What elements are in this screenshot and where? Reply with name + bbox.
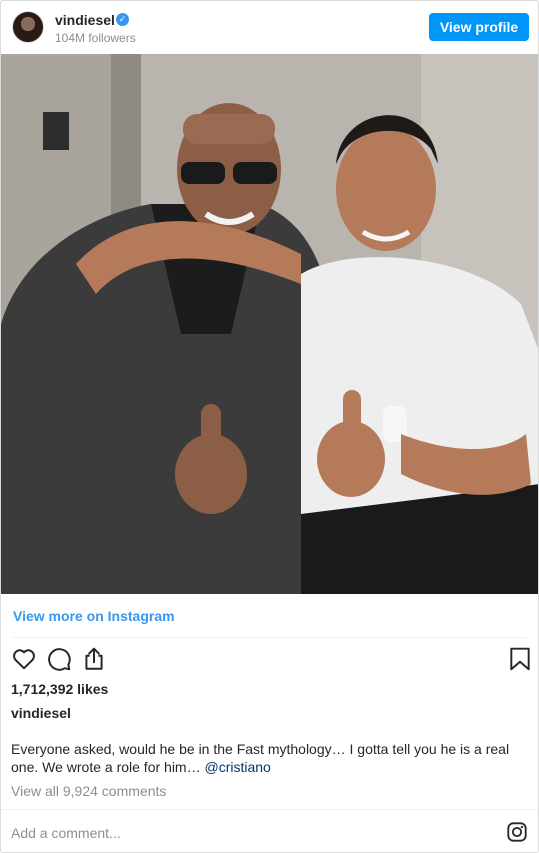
verified-badge-icon: ✓ xyxy=(116,13,129,26)
bookmark-icon[interactable] xyxy=(507,646,533,672)
share-icon[interactable] xyxy=(81,646,107,672)
comment-icon[interactable] xyxy=(46,646,72,672)
caption-mention[interactable]: @cristiano xyxy=(204,759,270,775)
divider xyxy=(1,809,538,810)
avatar[interactable] xyxy=(12,11,44,43)
post-photo[interactable] xyxy=(1,54,538,594)
add-comment-input[interactable]: Add a comment... xyxy=(11,825,121,841)
divider xyxy=(13,637,526,638)
follower-count: 104M followers xyxy=(55,31,136,45)
view-profile-button[interactable]: View profile xyxy=(429,13,529,41)
instagram-embed-card: vindiesel ✓ 104M followers View profile xyxy=(0,0,539,853)
instagram-icon[interactable] xyxy=(506,821,528,843)
username[interactable]: vindiesel xyxy=(55,12,115,28)
view-comments-link[interactable]: View all 9,924 comments xyxy=(11,783,166,799)
caption-username[interactable]: vindiesel xyxy=(11,705,71,721)
caption: Everyone asked, would he be in the Fast … xyxy=(11,740,526,776)
like-count[interactable]: 1,712,392 likes xyxy=(11,681,108,697)
post-header: vindiesel ✓ 104M followers View profile xyxy=(1,1,538,53)
heart-icon[interactable] xyxy=(11,646,37,672)
view-more-link[interactable]: View more on Instagram xyxy=(13,608,175,624)
